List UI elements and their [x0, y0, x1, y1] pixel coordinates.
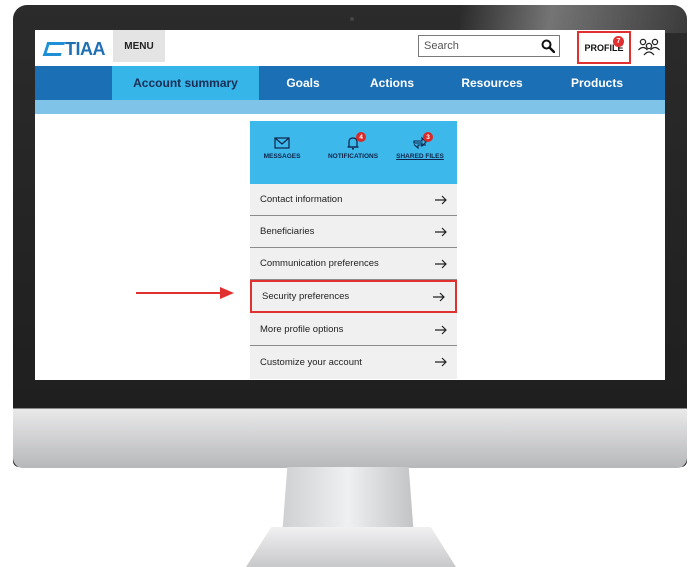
arrow-right-icon — [435, 325, 447, 334]
arrow-right-icon — [435, 195, 447, 204]
menu-item-label: Beneficiaries — [260, 226, 315, 237]
shared-files-label: SHARED FILES — [396, 153, 444, 160]
monitor-stand-base — [246, 527, 456, 567]
nav-subbar — [35, 100, 665, 114]
monitor-chin — [13, 408, 687, 468]
menu-item-label: More profile options — [260, 324, 344, 335]
nav-resources[interactable]: Resources — [437, 66, 547, 100]
tiaa-logo[interactable]: TIAA — [42, 38, 106, 60]
main-nav: Account summary Goals Actions Resources … — [35, 66, 665, 100]
menu-item-label: Communication preferences — [260, 258, 379, 269]
menu-item-contact-information[interactable]: Contact information — [250, 184, 457, 216]
search-input[interactable] — [419, 36, 536, 56]
nav-actions[interactable]: Actions — [347, 66, 437, 100]
users-icon[interactable] — [637, 37, 661, 57]
profile-menu: MESSAGES NOTIFICATIONS 4 SHARED FILES 3 — [250, 121, 457, 379]
shared-files-badge: 3 — [423, 132, 433, 142]
screen: TIAA MENU PROFILE 7 Acco — [35, 30, 665, 380]
menu-item-customize-your-account[interactable]: Customize your account — [250, 346, 457, 378]
messages-label: MESSAGES — [263, 153, 301, 160]
callout-arrow-icon — [136, 287, 234, 299]
shared-files-link[interactable]: SHARED FILES 3 — [392, 132, 448, 160]
monitor-stand-neck — [282, 467, 414, 537]
nav-goals[interactable]: Goals — [259, 66, 347, 100]
menu-item-label: Security preferences — [262, 291, 350, 302]
profile-badge: 7 — [613, 36, 624, 47]
nav-products[interactable]: Products — [547, 66, 647, 100]
menu-item-label: Customize your account — [260, 356, 362, 368]
notifications-link[interactable]: NOTIFICATIONS 4 — [323, 132, 383, 160]
logo-text: TIAA — [65, 38, 106, 59]
notifications-badge: 4 — [356, 132, 366, 142]
arrow-right-icon — [433, 292, 445, 301]
menu-item-label: Contact information — [260, 194, 343, 205]
menu-button[interactable]: MENU — [113, 30, 165, 62]
menu-item-more-profile-options[interactable]: More profile options — [250, 314, 457, 346]
envelope-icon — [274, 137, 290, 149]
menu-item-security-preferences[interactable]: Security preferences — [250, 280, 457, 313]
arrow-right-icon — [435, 259, 447, 268]
menu-item-beneficiaries[interactable]: Beneficiaries — [250, 216, 457, 248]
menu-item-communication-preferences[interactable]: Communication preferences — [250, 248, 457, 280]
top-bar: TIAA MENU PROFILE 7 — [35, 30, 665, 66]
nav-account-summary[interactable]: Account summary — [112, 66, 259, 100]
notifications-label: NOTIFICATIONS — [327, 153, 379, 160]
profile-button[interactable]: PROFILE 7 — [577, 31, 631, 64]
messages-link[interactable]: MESSAGES — [256, 136, 308, 160]
monitor-glare — [460, 5, 687, 33]
search-icon[interactable] — [541, 39, 555, 53]
search-box — [418, 35, 560, 57]
arrow-right-icon — [435, 227, 447, 236]
logo-mark-icon — [42, 42, 66, 56]
camera-dot — [350, 17, 354, 21]
arrow-right-icon — [435, 357, 447, 367]
profile-menu-quick-links: MESSAGES NOTIFICATIONS 4 SHARED FILES 3 — [250, 121, 457, 184]
